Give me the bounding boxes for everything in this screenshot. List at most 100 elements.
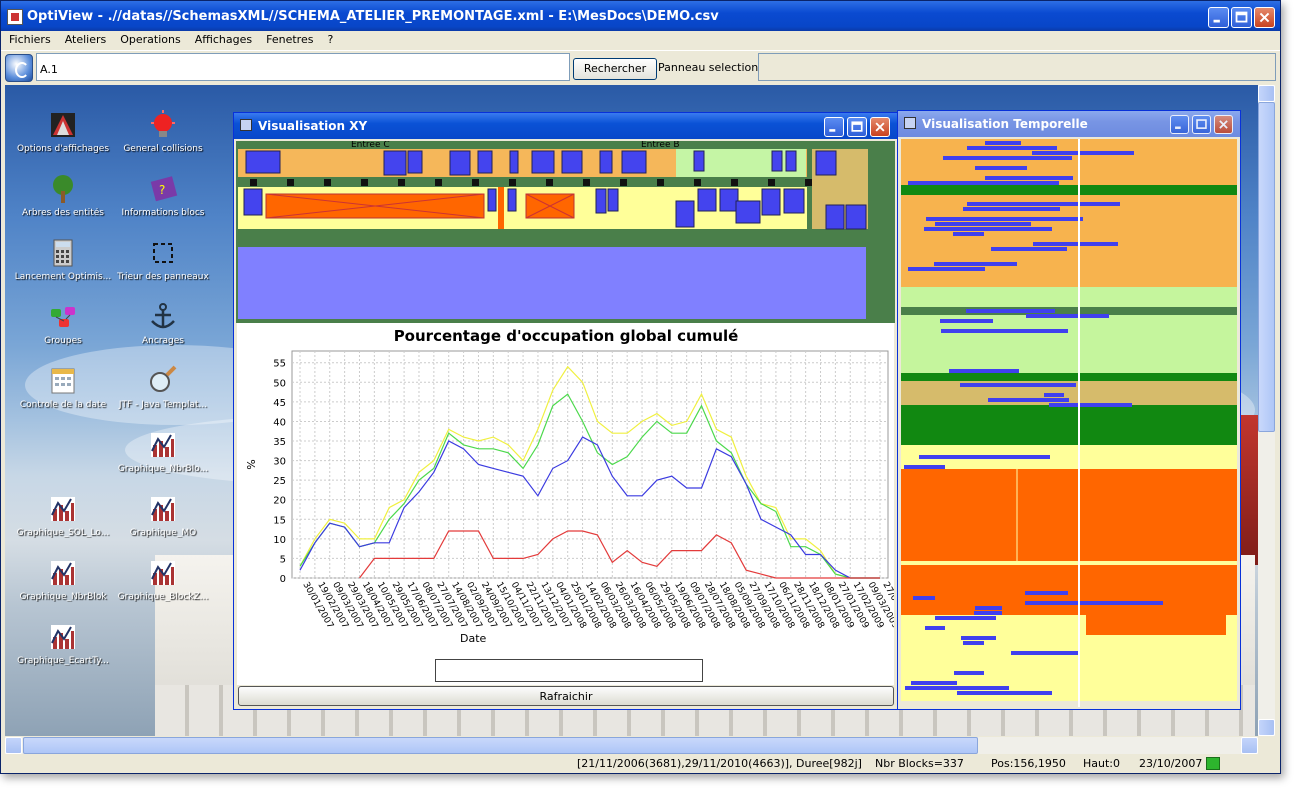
desktop-shortcut[interactable]: Graphique_SOL_Lo...	[11, 493, 115, 538]
close-icon	[1219, 120, 1228, 129]
block[interactable]	[407, 150, 423, 174]
xy-close-button[interactable]	[870, 117, 890, 137]
block[interactable]	[825, 204, 845, 230]
menu-help[interactable]: ?	[319, 32, 339, 46]
block[interactable]	[675, 200, 695, 228]
block[interactable]	[561, 150, 583, 174]
scroll-up-button[interactable]	[1258, 85, 1275, 102]
block[interactable]	[621, 150, 647, 174]
desktop-shortcut[interactable]: Options d'affichages	[11, 109, 115, 154]
block[interactable]	[449, 150, 471, 176]
block[interactable]	[595, 188, 607, 214]
scroll-down-button[interactable]	[1258, 719, 1275, 736]
status-range: [21/11/2006(3681),29/11/2010(4663)], Dur…	[577, 757, 862, 770]
menu-fichiers[interactable]: Fichiers	[1, 32, 57, 46]
xy-minimize-button[interactable]	[824, 117, 844, 137]
workshop-floor-plan[interactable]: Entree C Entree B	[236, 141, 895, 323]
block[interactable]	[771, 150, 783, 172]
scroll-right-button[interactable]	[1241, 737, 1258, 754]
desktop-shortcut[interactable]: ? Informations blocs	[111, 173, 215, 218]
block[interactable]	[507, 188, 517, 212]
block[interactable]	[815, 150, 837, 176]
block[interactable]	[783, 188, 805, 214]
shortcut-label: Graphique_NbrBlo...	[117, 464, 209, 474]
shortcut-label: Lancement Optimis...	[14, 272, 112, 282]
title-bar[interactable]: OptiView - .//datas//SchemasXML//SCHEMA_…	[1, 1, 1280, 31]
search-button[interactable]: Rechercher	[573, 58, 657, 80]
block[interactable]	[693, 150, 705, 172]
temporal-window: Visualisation Temporelle	[897, 110, 1241, 710]
desktop-shortcut[interactable]: Controle de la date	[11, 365, 115, 410]
time-bar	[961, 636, 996, 640]
refresh-icon[interactable]	[5, 54, 33, 82]
anchor-marker	[324, 179, 331, 186]
panel-field[interactable]	[758, 53, 1276, 81]
desktop-shortcut[interactable]: General collisions	[111, 109, 215, 154]
minimize-button[interactable]	[1208, 7, 1229, 28]
time-bar	[1011, 651, 1078, 655]
desktop-shortcut[interactable]: Graphique_BlockZ...	[111, 557, 215, 602]
temporal-title-bar[interactable]: Visualisation Temporelle	[898, 111, 1240, 137]
horizontal-scroll-thumb[interactable]	[23, 737, 978, 754]
desktop-shortcut[interactable]: Graphique_MO	[111, 493, 215, 538]
block[interactable]	[245, 150, 281, 174]
block[interactable]	[477, 150, 493, 174]
menu-ateliers[interactable]: Ateliers	[57, 32, 113, 46]
temporal-minimize-button[interactable]	[1170, 115, 1189, 134]
block[interactable]	[697, 188, 717, 212]
xy-title-bar[interactable]: Visualisation XY	[234, 113, 897, 139]
block[interactable]	[719, 188, 739, 212]
anchor-marker	[805, 179, 812, 186]
search-input[interactable]: A.1	[36, 53, 570, 81]
block[interactable]	[487, 188, 497, 212]
desktop-shortcut[interactable]: Trieur des panneaux	[111, 237, 215, 282]
close-icon	[1259, 12, 1270, 23]
temporal-close-button[interactable]	[1214, 115, 1233, 134]
desktop-shortcut[interactable]: Graphique_NbrBlok	[11, 557, 115, 602]
window-icon	[240, 119, 252, 131]
block[interactable]	[599, 150, 613, 174]
refresh-button[interactable]: Rafraichir	[238, 686, 894, 706]
desktop-shortcut[interactable]: Graphique_NbrBlo...	[111, 429, 215, 474]
block[interactable]	[761, 188, 781, 216]
temporal-window-title: Visualisation Temporelle	[922, 117, 1088, 131]
block[interactable]	[845, 204, 867, 230]
block[interactable]	[509, 150, 519, 174]
xy-maximize-button[interactable]	[847, 117, 867, 137]
vertical-scroll-thumb[interactable]	[1258, 102, 1275, 432]
block[interactable]	[243, 188, 263, 216]
desktop-shortcut[interactable]: Groupes	[11, 301, 115, 346]
chart-icon	[47, 621, 79, 653]
menu-affichages[interactable]: Affichages	[187, 32, 258, 46]
scroll-left-button[interactable]	[5, 737, 22, 754]
vertical-scrollbar[interactable]	[1258, 85, 1275, 736]
occupancy-chart[interactable]: Pourcentage d'occupation global cumulé 0 5…	[237, 323, 915, 661]
chart-input-field[interactable]	[435, 659, 703, 682]
minimize-icon	[1213, 19, 1220, 23]
block[interactable]	[531, 150, 555, 174]
block[interactable]	[735, 200, 761, 224]
menu-fenetres[interactable]: Fenetres	[258, 32, 319, 46]
desktop-shortcut[interactable]: Arbres des entités	[11, 173, 115, 218]
block[interactable]	[607, 188, 619, 212]
close-button[interactable]	[1254, 7, 1275, 28]
time-bar	[985, 141, 1021, 145]
temporal-maximize-button[interactable]	[1192, 115, 1211, 134]
shortcut-label: Graphique_NbrBlok	[19, 592, 107, 602]
time-bar	[908, 181, 1059, 185]
maximize-button[interactable]	[1231, 7, 1252, 28]
desktop-shortcut[interactable]: Lancement Optimis...	[11, 237, 115, 282]
label-entree-b: Entree B	[641, 141, 680, 150]
block-narrow[interactable]	[498, 187, 504, 229]
status-haut: Haut:0	[1083, 757, 1121, 770]
menu-operations[interactable]: Operations	[112, 32, 186, 46]
block[interactable]	[383, 150, 407, 176]
horizontal-scrollbar[interactable]	[5, 737, 1258, 754]
block[interactable]	[785, 150, 797, 172]
time-bar	[954, 671, 984, 675]
time-bar	[991, 247, 1067, 251]
desktop-shortcut[interactable]: JTF - Java Templat...	[111, 365, 215, 410]
temporal-visualization[interactable]	[901, 139, 1237, 707]
desktop-shortcut[interactable]: Ancrages	[111, 301, 215, 346]
desktop-shortcut[interactable]: Graphique_EcartTy...	[11, 621, 115, 666]
